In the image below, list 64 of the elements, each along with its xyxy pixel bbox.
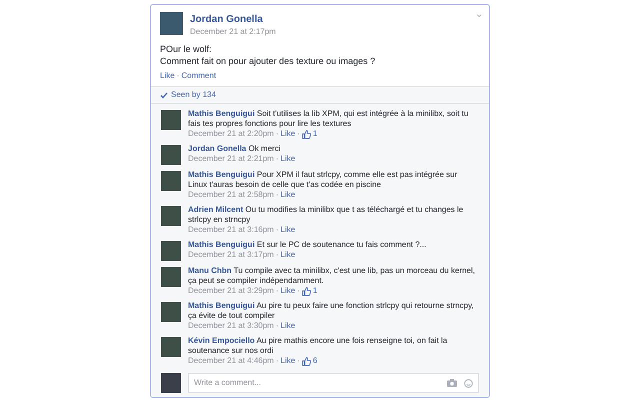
comment-time[interactable]: December 21 at 2:21pm — [188, 154, 274, 164]
comment-time[interactable]: December 21 at 4:46pm — [188, 356, 274, 366]
comment-time[interactable]: December 21 at 3:29pm — [188, 286, 274, 296]
author-name[interactable]: Jordan Gonella — [190, 14, 276, 26]
comment-text: Mathis Benguigui Et sur le PC de soutenance tu fais comment ?... — [188, 240, 428, 250]
action-link[interactable]: Comment — [181, 70, 216, 82]
comment-text: Mathis Benguigui Au pire tu peux faire une fonction strlcpy qui retourne strncpy, ça évite de tout compiler — [188, 301, 475, 321]
separator-dot: · — [297, 129, 300, 139]
avatar-photo — [160, 12, 183, 35]
separator-dot: · — [276, 356, 278, 366]
checkmark-icon — [160, 92, 168, 98]
avatar-photo — [161, 302, 181, 322]
separator-dot: · — [276, 154, 278, 164]
separator-dot: · — [276, 190, 278, 200]
like-count[interactable]: 1 — [312, 129, 318, 139]
like-count[interactable]: 6 — [312, 356, 318, 366]
separator-dot: · — [276, 129, 278, 139]
comment-text: Manu Chbn Tu compile avec ta minilibx, c'est une lib, pas un morceau du kernel, ça peut se compiler indépendamment. — [188, 266, 476, 286]
separator-dot: · — [276, 321, 278, 331]
comment-text: Mathis Benguigui Soit t'utilises la lib XPM, qui est intégrée à la minilibx, soit tu fais tes propres fonctions pour lire les textures — [188, 109, 470, 129]
avatar-photo — [161, 206, 181, 226]
comment-text: Adrien Milcent Ou tu modifies la minilibx que t as téléchargé et tu changes le strlcpy en strncpy — [188, 205, 464, 225]
avatar-photo — [161, 110, 181, 130]
comment-text: Jordan Gonella Ok merci — [188, 144, 282, 154]
thumbs-up-icon — [302, 286, 311, 296]
like-link[interactable]: Like — [280, 129, 296, 139]
like-link[interactable]: Like — [280, 321, 296, 331]
thumbs-up-icon — [302, 130, 311, 138]
seen-count[interactable]: Seen by 134 — [171, 89, 216, 101]
like-count[interactable]: 1 — [312, 286, 318, 296]
like-link[interactable]: Like — [280, 356, 296, 366]
comment-text: Mathis Benguigui Pour XPM il faut strlcpy, comme elle est pas intégrée sur Linux t'auras besoin de celle que t'as codée en piscine — [188, 170, 458, 190]
comment-time[interactable]: December 21 at 3:30pm — [188, 321, 274, 331]
avatar-photo — [161, 241, 181, 261]
camera-icon[interactable] — [447, 379, 457, 387]
separator-dot: · — [276, 250, 278, 260]
separator-dot: · — [297, 356, 300, 366]
avatar-photo — [161, 145, 181, 165]
thumbs-up-icon — [302, 356, 311, 366]
separator-dot: · — [176, 70, 180, 82]
post-text: POur le wolf: — [160, 43, 213, 55]
comment-time[interactable]: December 21 at 2:58pm — [188, 190, 274, 200]
comment-time[interactable]: December 21 at 3:17pm — [188, 250, 274, 260]
comment-field[interactable]: Write a comment... — [188, 373, 479, 393]
post-text: Comment fait on pour ajouter des texture ou images ? — [160, 55, 376, 67]
comment-time[interactable]: December 21 at 3:16pm — [188, 225, 274, 235]
smiley-icon[interactable] — [464, 378, 473, 388]
action-link[interactable]: Like — [160, 70, 175, 82]
avatar-photo — [161, 373, 181, 393]
comment-input[interactable]: Write a comment... — [194, 377, 447, 389]
comment-time[interactable]: December 21 at 2:20pm — [188, 129, 274, 139]
avatar-photo — [161, 171, 181, 191]
like-link[interactable]: Like — [280, 250, 296, 260]
like-link[interactable]: Like — [280, 190, 296, 200]
post-time[interactable]: December 21 at 2:17pm — [190, 26, 276, 37]
separator-dot: · — [276, 286, 278, 296]
avatar-photo — [161, 337, 181, 357]
like-link[interactable]: Like — [280, 225, 296, 235]
like-link[interactable]: Like — [280, 154, 296, 164]
separator-dot: · — [297, 286, 300, 296]
avatar-photo — [161, 267, 181, 287]
separator-dot: · — [276, 225, 278, 235]
comment-text: Kévin Empociello Au pire mathis encore une fois renseigne toi, on fait la soutenance sur nos ordi — [188, 336, 448, 356]
like-link[interactable]: Like — [280, 286, 296, 296]
